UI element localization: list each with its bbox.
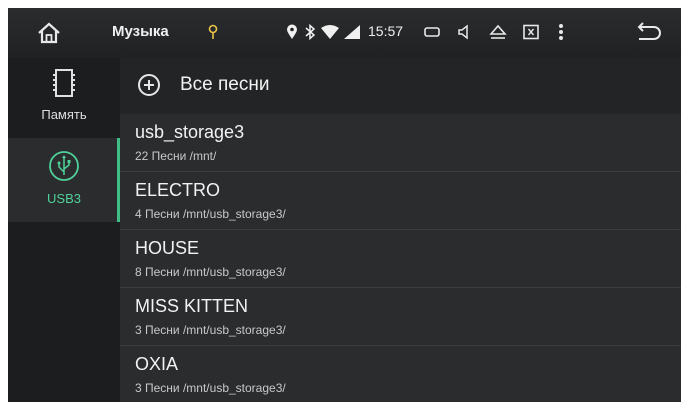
list-item[interactable]: HOUSE 8 Песни /mnt/usb_storage3/ [120,230,681,288]
list-item[interactable]: MISS KITTEN 3 Песни /mnt/usb_storage3/ [120,288,681,346]
sidebar-item-usb3[interactable]: USB3 [8,138,120,222]
folder-meta: 3 Песни /mnt/usb_storage3/ [135,381,286,395]
folder-name: OXIA [135,354,179,374]
folder-meta: 8 Песни /mnt/usb_storage3/ [135,265,286,279]
add-circle-icon [138,74,160,96]
list-item[interactable]: OXIA 3 Песни /mnt/usb_storage3/ [120,346,681,402]
gps-pin-icon [206,22,220,42]
more-options-icon[interactable] [555,22,567,42]
volume-icon[interactable] [456,22,474,42]
window-icon[interactable] [423,22,441,42]
close-app-icon[interactable] [521,22,541,42]
all-songs-label: Все песни [180,74,270,95]
folder-list: Все песни usb_storage3 22 Песни /mnt/ EL… [120,58,681,402]
home-icon[interactable] [36,20,62,46]
source-sidebar: Память USB3 [8,58,120,402]
app-title: Музыка [112,23,169,40]
location-icon [285,22,299,42]
status-bar: Музыка 15:57 [8,8,681,58]
folder-name: HOUSE [135,238,200,258]
folder-meta: 4 Песни /mnt/usb_storage3/ [135,207,286,221]
music-app-screen: Музыка 15:57 Память USB3 Все песни usb_s… [8,8,681,402]
eject-icon[interactable] [488,22,508,42]
sidebar-item-label: Память [41,107,87,122]
cellular-signal-icon [343,22,361,42]
back-icon[interactable] [635,22,663,42]
list-item[interactable]: ELECTRO 4 Песни /mnt/usb_storage3/ [120,172,681,230]
wifi-icon [321,22,339,42]
all-songs-button[interactable]: Все песни [120,58,681,114]
clock: 15:57 [368,23,404,39]
folder-meta: 22 Песни /mnt/ [135,149,217,163]
folder-name: MISS KITTEN [135,296,249,316]
sd-card-icon [52,68,76,103]
list-item[interactable]: usb_storage3 22 Песни /mnt/ [120,114,681,172]
sidebar-item-label: USB3 [47,191,81,206]
folder-name: usb_storage3 [135,122,245,142]
bluetooth-icon [303,22,317,42]
folder-name: ELECTRO [135,180,221,200]
usb-icon [48,150,80,187]
folder-meta: 3 Песни /mnt/usb_storage3/ [135,323,286,337]
sidebar-item-memory[interactable]: Память [8,58,120,138]
